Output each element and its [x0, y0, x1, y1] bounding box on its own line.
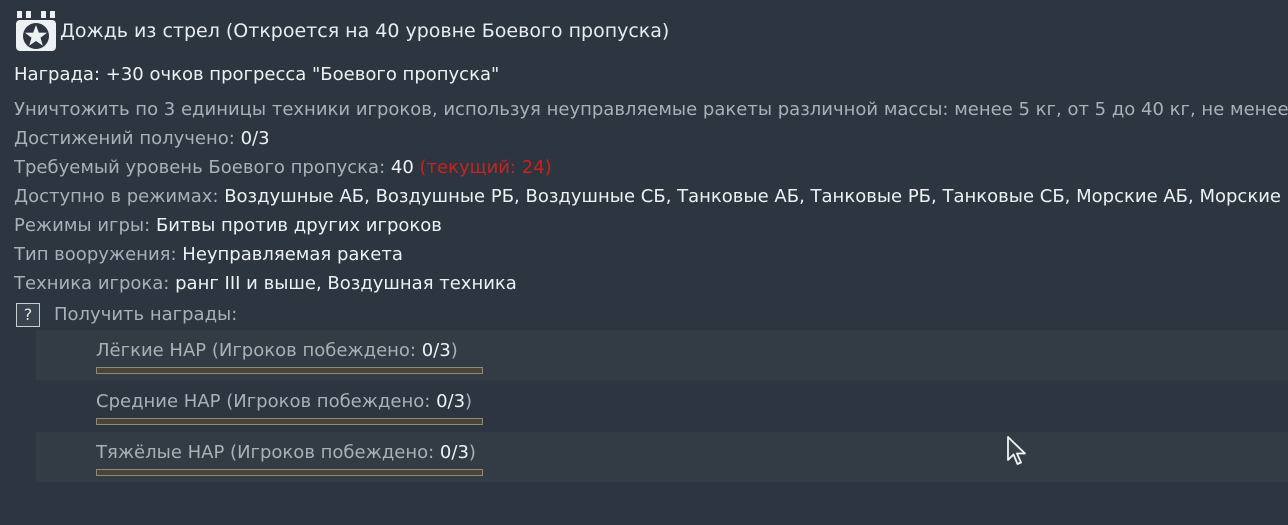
- reward-item[interactable]: Тяжёлые НАР (Игроков побеждено: 0/3): [36, 432, 1288, 482]
- reward-label: Лёгкие НАР (Игроков побеждено: 0/3): [96, 340, 458, 361]
- current-level: (текущий: 24): [419, 157, 552, 178]
- reward-item[interactable]: Лёгкие НАР (Игроков побеждено: 0/3): [36, 330, 1288, 380]
- game-modes-row: Режимы игры: Битвы против других игроков: [14, 215, 442, 236]
- reward-label-close: ): [468, 442, 476, 463]
- achievements-label: Достижений получено:: [14, 128, 235, 149]
- modes-label: Доступно в режимах:: [14, 186, 219, 207]
- reward-label: Средние НАР (Игроков побеждено: 0/3): [96, 391, 472, 412]
- reward-label-close: ): [465, 391, 473, 412]
- weapon-type-label: Тип вооружения:: [14, 244, 177, 265]
- modes-row: Доступно в режимах: Воздушные АБ, Воздуш…: [14, 186, 1288, 207]
- required-level-row: Требуемый уровень Боевого пропуска: 40 (…: [14, 157, 552, 178]
- reward-label-close: ): [450, 340, 458, 361]
- game-modes-label: Режимы игры:: [14, 215, 151, 236]
- game-modes-value: Битвы против других игроков: [155, 215, 442, 236]
- required-level-label: Требуемый уровень Боевого пропуска:: [14, 157, 386, 178]
- reward-line: Награда: +30 очков прогресса "Боевого пр…: [14, 64, 500, 85]
- reward-progress-value: 0/3: [436, 391, 466, 412]
- reward-name: Тяжёлые НАР (Игроков побеждено:: [96, 442, 435, 463]
- battle-pass-star-calendar-icon: [16, 11, 56, 51]
- reward-name: Средние НАР (Игроков побеждено:: [96, 391, 431, 412]
- task-title: Дождь из стрел (Откроется на 40 уровне Б…: [60, 20, 670, 42]
- task-header: Дождь из стрел (Откроется на 40 уровне Б…: [14, 8, 669, 54]
- help-icon[interactable]: ?: [16, 303, 40, 327]
- vehicle-label: Техника игрока:: [14, 273, 170, 294]
- reward-name: Лёгкие НАР (Игроков побеждено:: [96, 340, 416, 361]
- required-level-value: 40: [390, 157, 414, 178]
- reward-item[interactable]: Средние НАР (Игроков побеждено: 0/3): [36, 381, 1288, 431]
- get-rewards-label: Получить награды:: [54, 304, 238, 325]
- task-description: Уничтожить по 3 единицы техники игроков,…: [14, 99, 1288, 120]
- vehicle-row: Техника игрока: ранг III и выше, Воздушн…: [14, 273, 517, 294]
- weapon-type-row: Тип вооружения: Неуправляемая ракета: [14, 244, 403, 265]
- rewards-list: Лёгкие НАР (Игроков побеждено: 0/3) Сред…: [36, 330, 1288, 483]
- progress-bar: [96, 418, 483, 425]
- progress-bar: [96, 469, 483, 476]
- reward-progress-value: 0/3: [439, 442, 469, 463]
- modes-value: Воздушные АБ, Воздушные РБ, Воздушные СБ…: [224, 186, 1288, 207]
- reward-progress-value: 0/3: [421, 340, 451, 361]
- weapon-type-value: Неуправляемая ракета: [182, 244, 403, 265]
- get-rewards-row: ? Получить награды:: [14, 303, 237, 327]
- vehicle-value: ранг III и выше, Воздушная техника: [175, 273, 517, 294]
- reward-label: Тяжёлые НАР (Игроков побеждено: 0/3): [96, 442, 476, 463]
- mouse-cursor-icon: [1007, 436, 1026, 465]
- achievements-row: Достижений получено: 0/3: [14, 128, 270, 149]
- progress-bar: [96, 367, 483, 374]
- achievements-value: 0/3: [240, 128, 270, 149]
